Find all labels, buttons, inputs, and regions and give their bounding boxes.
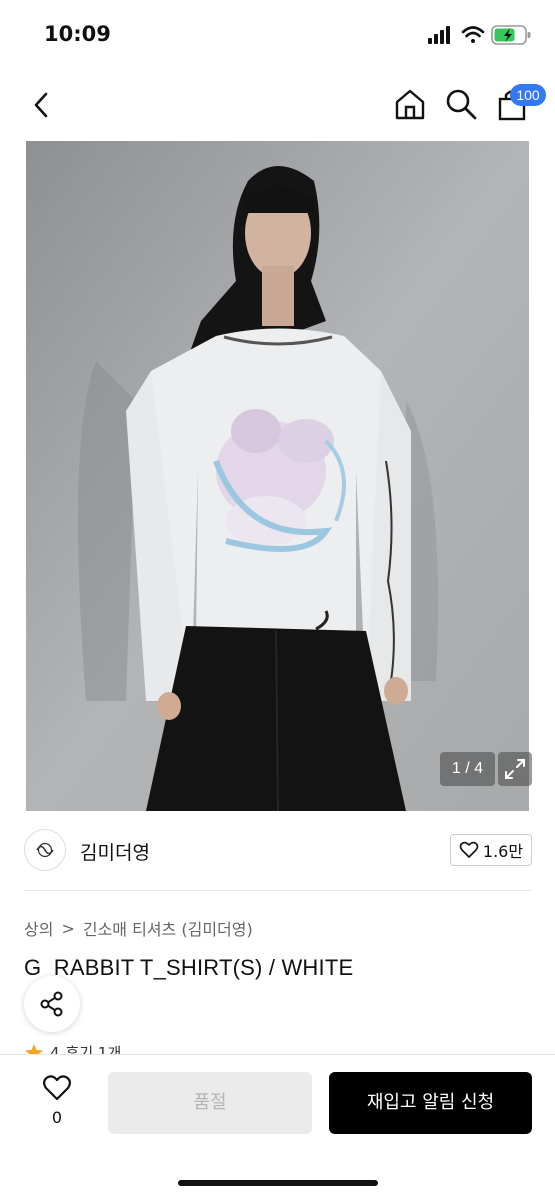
status-indicators [428, 24, 532, 46]
home-icon [395, 89, 425, 120]
breadcrumb-subcategory[interactable]: 긴소매 티셔츠 (김미더영) [83, 916, 253, 940]
divider [24, 890, 531, 891]
brand-like-count: 1.6만 [482, 842, 524, 861]
search-button[interactable] [444, 86, 478, 122]
brand-logo[interactable] [24, 829, 66, 871]
chevron-left-icon [34, 92, 48, 118]
restock-alert-button[interactable]: 재입고 알림 신청 [329, 1072, 532, 1134]
home-indicator [178, 1180, 378, 1186]
breadcrumb-category[interactable]: 상의 [24, 916, 53, 940]
battery-icon [491, 25, 531, 45]
search-icon [446, 89, 477, 120]
back-button[interactable] [28, 88, 58, 122]
share-button[interactable] [24, 976, 80, 1032]
brand-like-button[interactable]: 1.6만 [450, 834, 532, 866]
heart-icon [459, 841, 479, 858]
signal-icon [428, 26, 450, 44]
heart-icon [43, 1075, 71, 1101]
product-image[interactable] [26, 141, 529, 811]
cart-count-badge: 100 [510, 84, 546, 106]
image-counter: 1 / 4 [440, 752, 495, 786]
expand-image-button[interactable] [498, 752, 532, 786]
wishlist-count: 0 [51, 1108, 63, 1127]
share-icon [40, 991, 63, 1017]
status-time: 10:09 [44, 22, 111, 46]
wifi-icon [461, 26, 485, 43]
product-title: G_RABBIT T_SHIRT(S) / WHITE [24, 955, 354, 980]
brand-name[interactable]: 김미더영 [80, 838, 150, 865]
chevron-right-icon: > [61, 918, 75, 938]
home-button[interactable] [392, 86, 428, 122]
sold-out-button: 품절 [108, 1072, 312, 1134]
expand-icon [505, 759, 525, 779]
breadcrumb: 상의 > 긴소매 티셔츠 (김미더영) [24, 916, 253, 940]
